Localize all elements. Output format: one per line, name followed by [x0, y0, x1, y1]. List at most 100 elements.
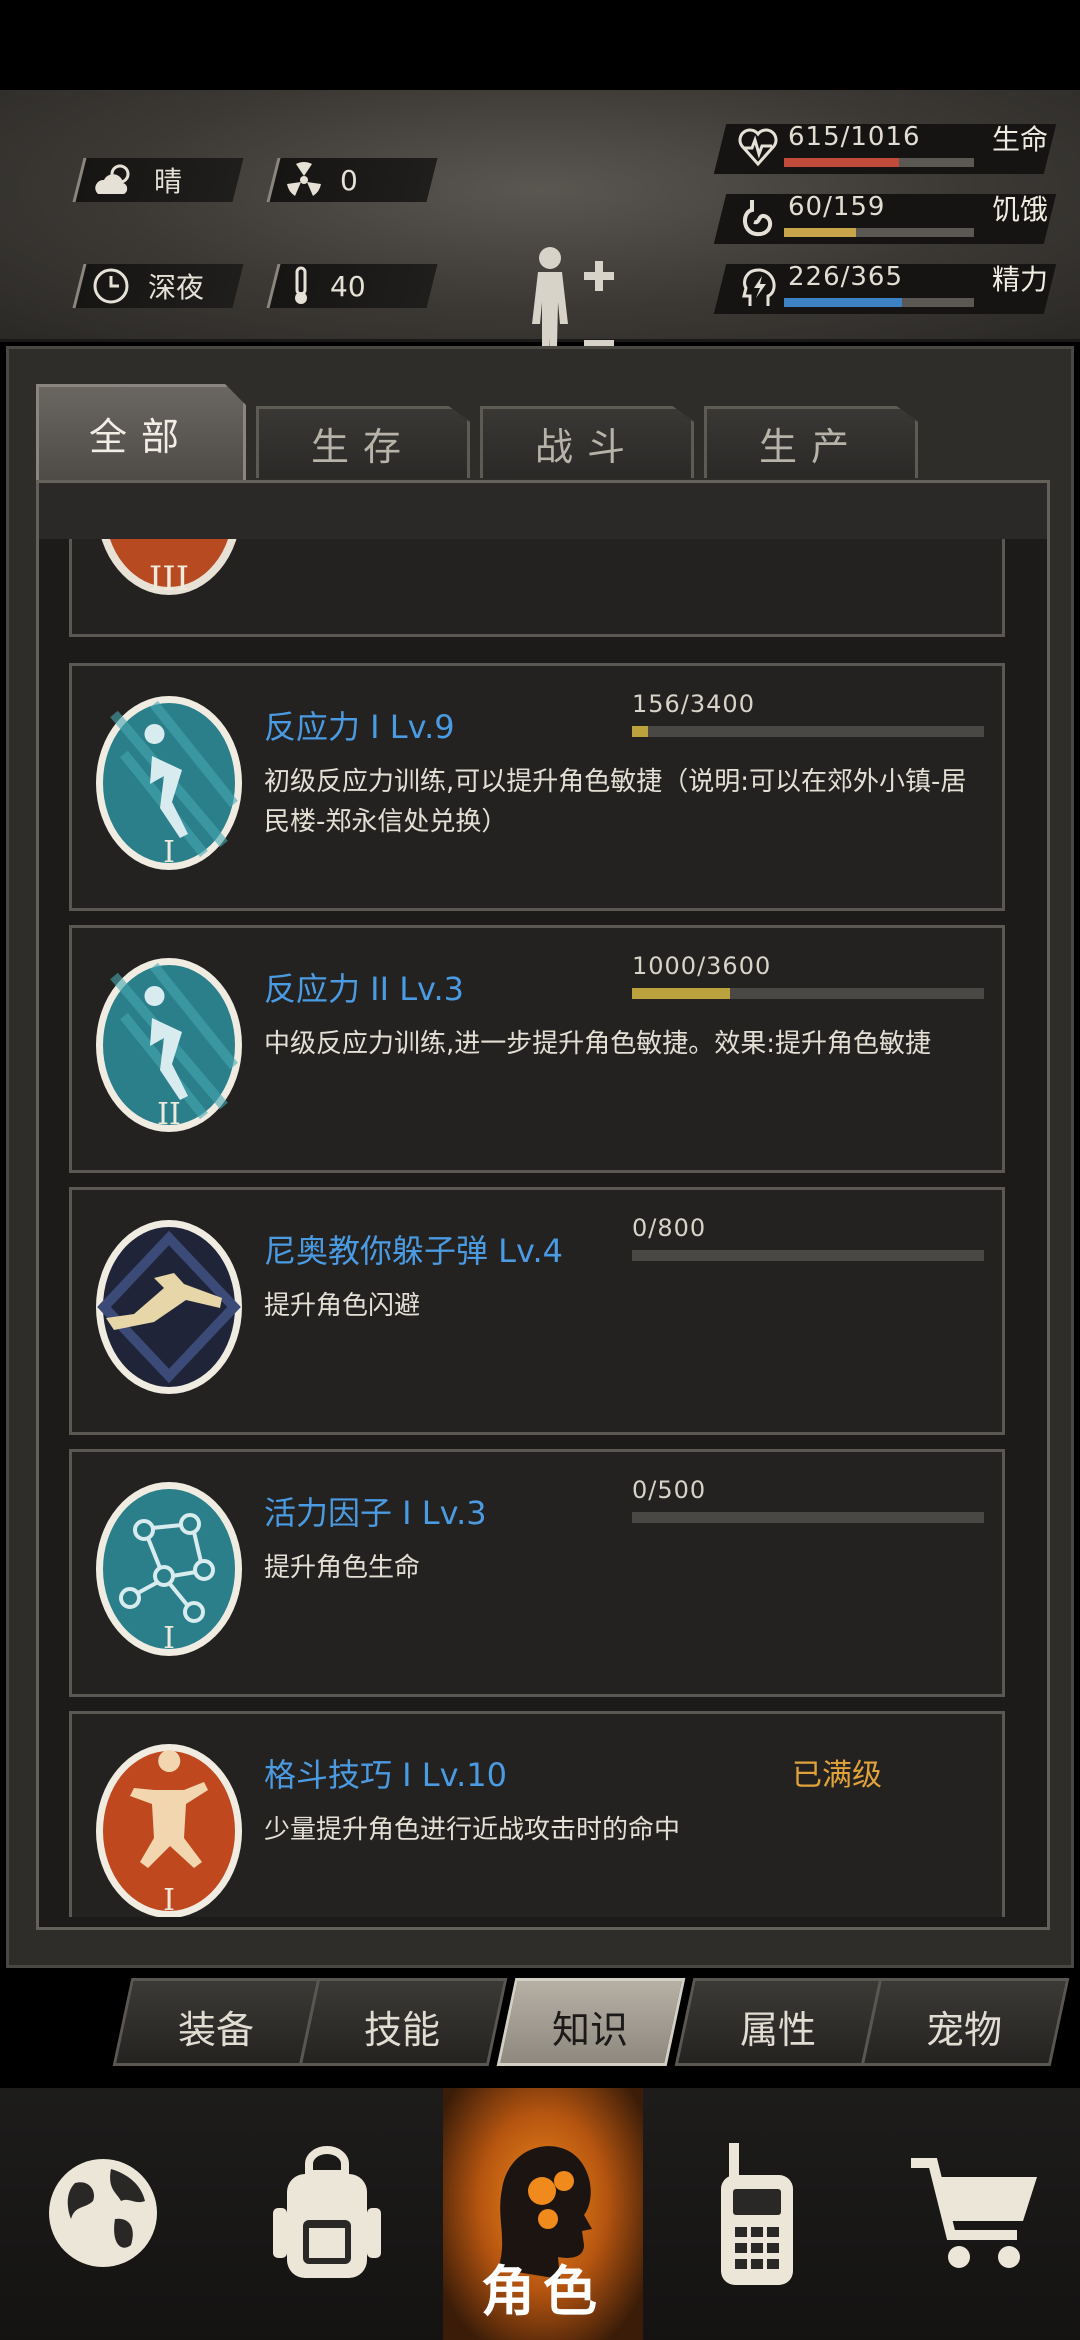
subtab-attributes[interactable]: 属性 [674, 1978, 884, 2066]
dodge-icon [96, 1220, 242, 1394]
svg-text:I: I [163, 1883, 175, 1917]
skill-card-partial[interactable]: III [69, 539, 1005, 637]
tab-all-label: 全部 [88, 415, 193, 459]
skill-description: 中级反应力训练,进一步提升角色敏捷。效果:提升角色敏捷 [264, 1029, 932, 1059]
radiation: 0 [286, 158, 358, 202]
energy-value: 226/365 [788, 262, 904, 292]
backpack-icon [273, 2146, 381, 2278]
heart-pulse-icon [738, 128, 778, 167]
skill-description: 提升角色闪避 [264, 1291, 421, 1321]
skill-progress-text: 0/800 [632, 1214, 707, 1242]
skill-card[interactable]: I 反应力 I Lv.9 156/3400 初级反应力训练,可以提升角色敏捷（说… [69, 663, 1005, 911]
molecule-icon: I [96, 1482, 242, 1656]
sub-tab-bar: 装备 技能 知识 属性 宠物 [110, 1978, 1070, 2066]
reflex-1-icon: I [96, 696, 242, 870]
subtab-pets-label: 宠物 [926, 2008, 1003, 2052]
energy-bar-fill [784, 298, 902, 307]
svg-text:II: II [157, 1097, 181, 1132]
radiation-icon [287, 162, 321, 196]
svg-text:I: I [163, 835, 175, 870]
skill-progress-fill [632, 988, 730, 999]
hunger-value: 60/159 [788, 192, 886, 222]
nav-shop[interactable] [870, 2088, 1080, 2340]
skill-title: 格斗技巧 I Lv.10 [264, 1756, 507, 1794]
clock-icon [93, 268, 129, 304]
weather: 晴 [92, 158, 182, 202]
svg-text:III: III [149, 559, 189, 598]
cloud-sun-icon [95, 164, 130, 194]
shopping-cart-icon [911, 2158, 1037, 2268]
skill-title: 反应力 II Lv.3 [264, 970, 465, 1008]
skill-progress-bar [632, 1512, 984, 1523]
skill-title: 尼奥教你躲子弹 Lv.4 [264, 1232, 563, 1270]
skill-card[interactable]: I 格斗技巧 I Lv.10 已满级 少量提升角色进行近战攻击时的命中 [69, 1711, 1005, 1917]
subtab-equipment-label: 装备 [178, 2008, 255, 2052]
health-label: 生命 [992, 123, 1049, 156]
nav-inventory[interactable] [222, 2088, 432, 2340]
tab-survival-label: 生存 [310, 425, 415, 469]
hunger-stat: 60/159 饥饿 [713, 188, 1060, 246]
subtab-attributes-label: 属性 [740, 2008, 817, 2052]
subtab-skills[interactable]: 技能 [298, 1978, 508, 2066]
subtab-skills-label: 技能 [364, 2008, 441, 2052]
subtab-knowledge-label: 知识 [552, 2008, 629, 2052]
subtab-pets[interactable]: 宠物 [860, 1978, 1070, 2066]
top-hud: 晴 0 深夜 40 615/1016 生命 60/159 饥饿 226/365 … [0, 90, 1080, 392]
nav-radio[interactable] [652, 2088, 862, 2340]
walkie-talkie-icon [721, 2143, 793, 2285]
skill-progress-bar [632, 726, 984, 737]
health-stat: 615/1016 生命 [713, 118, 1060, 176]
svg-text:I: I [163, 1621, 175, 1656]
health-bar [784, 158, 974, 167]
skill-badge-3-icon: III [101, 539, 237, 598]
skill-description: 少量提升角色进行近战攻击时的命中 [264, 1815, 681, 1845]
skill-description: 初级反应力训练,可以提升角色敏捷（说明:可以在郊外小镇-居民楼-郑永信处兑换） [264, 767, 967, 837]
thermometer-icon [295, 266, 307, 304]
globe-icon [49, 2159, 157, 2267]
energy-stat: 226/365 精力 [713, 258, 1060, 316]
tab-all[interactable]: 全部 [36, 384, 246, 480]
energy-bar [784, 298, 974, 307]
radiation-value: 0 [340, 163, 358, 197]
tab-production[interactable]: 生产 [704, 406, 918, 478]
time: 深夜 [92, 264, 204, 308]
skill-progress-fill [632, 726, 649, 737]
time-label: 深夜 [148, 271, 205, 304]
tab-production-label: 生产 [758, 425, 863, 469]
subtab-knowledge[interactable]: 知识 [496, 1978, 686, 2066]
skill-progress-text: 156/3400 [632, 690, 755, 718]
energy-label: 精力 [992, 263, 1049, 296]
nav-map[interactable] [0, 2088, 210, 2340]
skill-progress-bar [632, 988, 984, 999]
temperature-value: 40 [330, 269, 366, 303]
tab-survival[interactable]: 生存 [256, 406, 470, 478]
temperature: 40 [290, 264, 366, 308]
skill-progress-bar [632, 1250, 984, 1261]
tab-combat-label: 战斗 [534, 425, 639, 469]
skill-list[interactable]: III I 反应力 I Lv.9 156/3400 初级反应力训练,可以提升角色… [39, 539, 1047, 1917]
stomach-icon [743, 200, 773, 237]
subtab-equipment[interactable]: 装备 [112, 1978, 322, 2066]
skill-card[interactable]: 尼奥教你躲子弹 Lv.4 0/800 提升角色闪避 [69, 1187, 1005, 1435]
skill-description: 提升角色生命 [264, 1553, 421, 1583]
nav-character-label: 角色 [481, 2260, 605, 2323]
skill-card[interactable]: II 反应力 II Lv.3 1000/3600 中级反应力训练,进一步提升角色… [69, 925, 1005, 1173]
skill-max-level-badge: 已满级 [792, 1758, 882, 1793]
hunger-bar-fill [784, 228, 856, 237]
skill-title: 活力因子 I Lv.3 [264, 1494, 487, 1532]
nav-character[interactable]: 角色 [443, 2088, 643, 2340]
skill-title: 反应力 I Lv.9 [264, 708, 455, 746]
skill-progress-text: 1000/3600 [632, 952, 772, 980]
status-bar [0, 0, 1080, 90]
skill-progress-text: 0/500 [632, 1476, 707, 1504]
health-value: 615/1016 [788, 122, 921, 152]
health-bar-fill [784, 158, 899, 167]
lightning-head-icon [742, 268, 776, 306]
hunger-bar [784, 228, 974, 237]
tab-combat[interactable]: 战斗 [480, 406, 694, 478]
skill-card[interactable]: I 活力因子 I Lv.3 0/500 提升角色生命 [69, 1449, 1005, 1697]
hunger-label: 饥饿 [992, 193, 1049, 226]
reflex-2-icon: II [96, 958, 242, 1132]
bottom-nav: 角色 [0, 2088, 1080, 2340]
weather-label: 晴 [154, 165, 183, 198]
